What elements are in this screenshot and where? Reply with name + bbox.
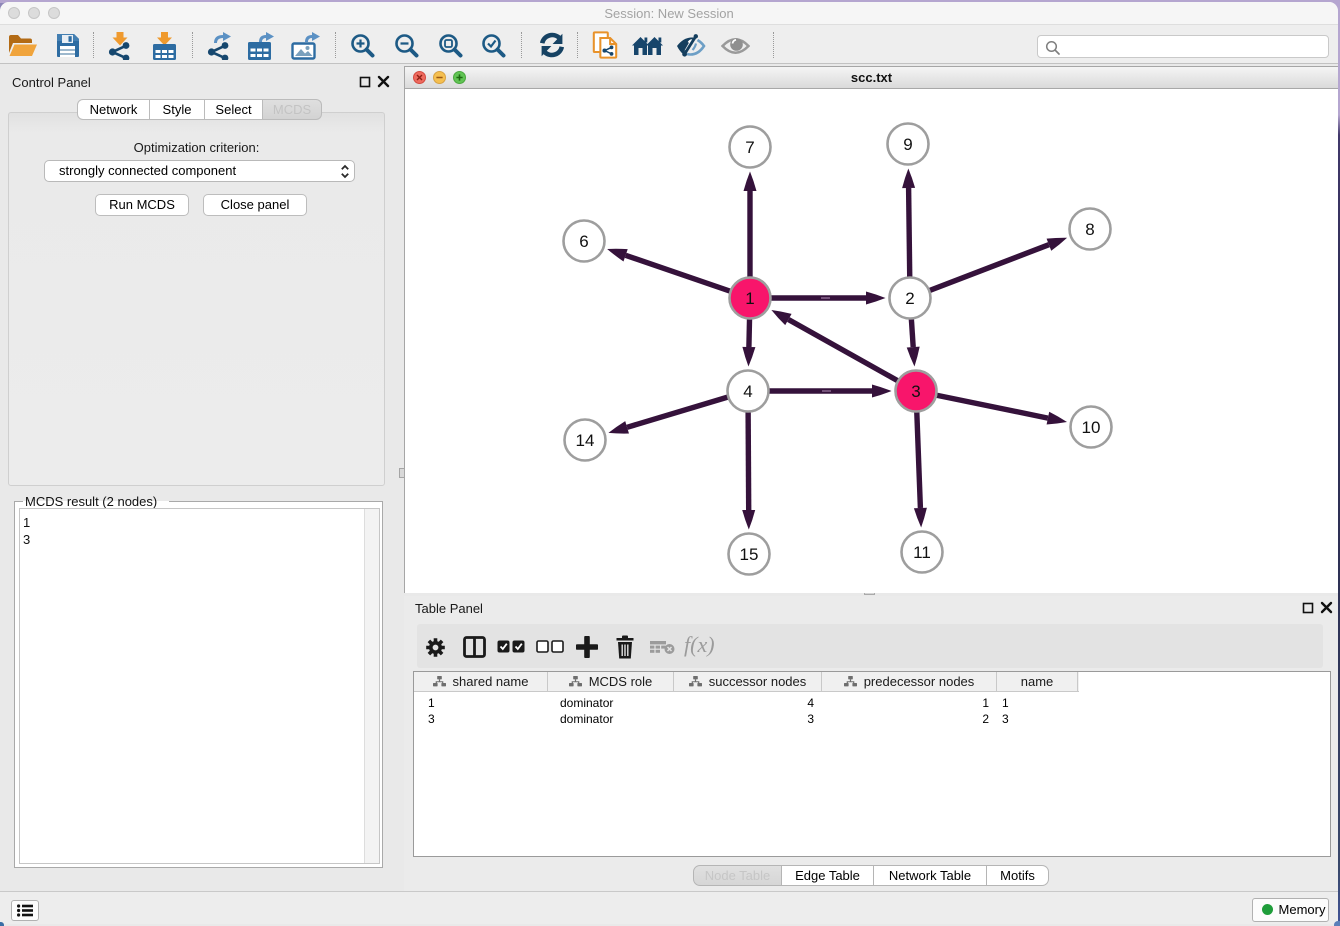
svg-text:1: 1 [745,289,754,308]
svg-text:10: 10 [1082,418,1101,437]
svg-text:9: 9 [903,135,912,154]
svg-text:6: 6 [579,232,588,251]
svg-text:3: 3 [911,382,920,401]
svg-text:4: 4 [743,382,752,401]
svg-text:15: 15 [740,545,759,564]
svg-text:11: 11 [913,543,931,562]
svg-text:14: 14 [576,431,595,450]
svg-text:2: 2 [905,289,914,308]
svg-text:7: 7 [745,138,754,157]
svg-text:8: 8 [1085,220,1094,239]
